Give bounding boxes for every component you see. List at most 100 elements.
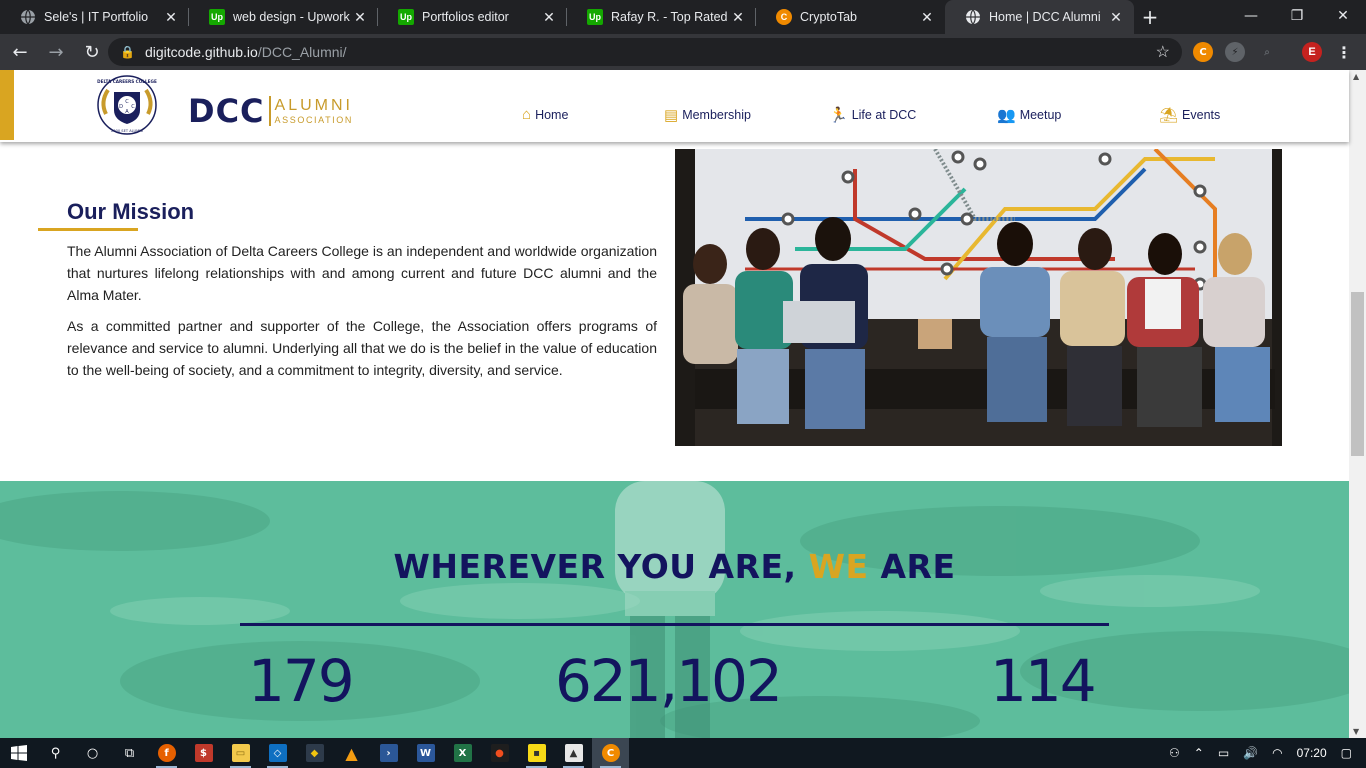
logo-alumni-text: ALUMNI bbox=[274, 96, 353, 114]
kebab-menu-icon[interactable]: ⋮ bbox=[1334, 42, 1354, 62]
wifi-icon[interactable]: ◠ bbox=[1272, 746, 1282, 760]
close-window-icon[interactable]: ✕ bbox=[1320, 0, 1366, 32]
address-bar[interactable]: 🔒 digitcode.github.io/DCC_Alumni/ ☆ bbox=[108, 38, 1182, 66]
close-icon[interactable]: ✕ bbox=[541, 9, 557, 26]
nav-label: Home bbox=[535, 107, 569, 122]
cryptotab-icon: C bbox=[776, 9, 792, 25]
dcc-alumni-logo[interactable]: DCC ALUMNI ASSOCIATION bbox=[188, 92, 353, 130]
mission-heading: Our Mission bbox=[67, 199, 195, 224]
nav-membership[interactable]: ▤ Membership bbox=[664, 106, 751, 124]
upwork-icon: Up bbox=[587, 9, 603, 25]
browser-tab[interactable]: Up Portfolios editor ✕ bbox=[378, 0, 567, 34]
stat-number: 621,102 bbox=[555, 647, 783, 715]
browser-toolbar: ← → ↻ 🔒 digitcode.github.io/DCC_Alumni/ … bbox=[0, 34, 1366, 70]
reload-icon[interactable]: ↻ bbox=[76, 36, 108, 68]
photos-icon[interactable]: ▲ bbox=[555, 738, 592, 768]
forward-icon[interactable]: → bbox=[40, 36, 72, 68]
close-icon[interactable]: ✕ bbox=[352, 9, 368, 26]
powershell-icon[interactable]: › bbox=[370, 738, 407, 768]
bookmark-star-icon[interactable]: ☆ bbox=[1156, 42, 1170, 62]
browser-tab[interactable]: C CryptoTab ✕ bbox=[756, 0, 945, 34]
new-tab-button[interactable]: + bbox=[1134, 0, 1166, 34]
heading-underline bbox=[38, 228, 138, 231]
scrollbar-thumb[interactable] bbox=[1351, 292, 1364, 456]
upwork-icon: Up bbox=[209, 9, 225, 25]
tab-title: Rafay R. - Top Rated | D bbox=[611, 10, 730, 24]
browser-tab[interactable]: Up Rafay R. - Top Rated | D ✕ bbox=[567, 0, 756, 34]
sticky-notes-icon[interactable]: ▪ bbox=[518, 738, 555, 768]
restore-icon[interactable]: ❐ bbox=[1274, 0, 1320, 32]
globe-icon bbox=[20, 9, 36, 25]
profile-avatar[interactable]: E bbox=[1302, 42, 1322, 62]
url-host: digitcode.github.io bbox=[144, 44, 258, 60]
id-card-icon: ▤ bbox=[664, 107, 679, 124]
file-explorer-icon[interactable]: ▭ bbox=[222, 738, 259, 768]
close-icon[interactable]: ✕ bbox=[730, 9, 746, 26]
browser-tab[interactable]: Sele's | IT Portfolio ✕ bbox=[0, 0, 189, 34]
cryptotab-taskbar-icon[interactable]: C bbox=[592, 738, 629, 768]
task-view-icon[interactable]: ⧉ bbox=[111, 738, 148, 768]
nav-meetup[interactable]: 👥 Meetup bbox=[997, 106, 1061, 124]
svg-text:2000 SET ALUMNI: 2000 SET ALUMNI bbox=[111, 129, 143, 133]
logo-association-text: ASSOCIATION bbox=[274, 114, 353, 125]
nav-life-at-dcc[interactable]: 🏃 Life at DCC bbox=[829, 106, 916, 124]
svg-text:D: D bbox=[119, 104, 123, 110]
close-icon[interactable]: ✕ bbox=[919, 9, 935, 26]
dollar-app-icon[interactable]: $ bbox=[185, 738, 222, 768]
svg-text:C: C bbox=[131, 104, 135, 110]
cryptotab-extension-icon[interactable]: C bbox=[1193, 42, 1213, 62]
notifications-icon[interactable]: ▢ bbox=[1341, 746, 1352, 760]
people-icon: 👥 bbox=[997, 107, 1016, 124]
tab-title: Portfolios editor bbox=[422, 10, 509, 24]
url-path: /DCC_Alumni/ bbox=[257, 44, 347, 60]
browser-tab[interactable]: Up web design - Upwork ✕ bbox=[189, 0, 378, 34]
firefox-icon[interactable]: f bbox=[148, 738, 185, 768]
windows-taskbar: ⚲ ○ ⧉ f $ ▭ ◇ ◆ ▲ › W X ● ▪ ▲ C ⚇ ⌃ ▭ 🔊 … bbox=[0, 738, 1366, 768]
search-icon[interactable]: ⚲ bbox=[37, 738, 74, 768]
tab-title: Sele's | IT Portfolio bbox=[44, 10, 149, 24]
excel-icon[interactable]: X bbox=[444, 738, 481, 768]
header-accent-bar bbox=[0, 70, 14, 140]
start-icon[interactable] bbox=[0, 738, 37, 768]
browser-tab-strip: Sele's | IT Portfolio ✕ Up web design - … bbox=[0, 0, 1366, 34]
people-icon[interactable]: ⚇ bbox=[1169, 746, 1180, 760]
page-scrollbar[interactable]: ▲ ▼ bbox=[1349, 70, 1366, 738]
band-divider bbox=[240, 623, 1109, 626]
mission-text: The Alumni Association of Delta Careers … bbox=[67, 240, 657, 390]
minimize-icon[interactable]: — bbox=[1228, 0, 1274, 32]
chevron-up-icon[interactable]: ⌃ bbox=[1194, 746, 1204, 760]
band-headline: WHEREVER YOU ARE, WE ARE bbox=[393, 547, 956, 586]
running-icon: 🏃 bbox=[829, 107, 848, 124]
word-icon[interactable]: W bbox=[407, 738, 444, 768]
git-icon[interactable]: ◆ bbox=[296, 738, 333, 768]
svg-text:C: C bbox=[125, 99, 129, 105]
vscode-icon[interactable]: ◇ bbox=[259, 738, 296, 768]
svg-text:A: A bbox=[125, 109, 129, 115]
vlc-icon[interactable]: ▲ bbox=[333, 738, 370, 768]
college-crest-logo[interactable]: C D C A DELTA CAREERS COLLEGE 2000 SET A… bbox=[96, 74, 158, 136]
browser-tab-active[interactable]: Home | DCC Alumni ✕ bbox=[945, 0, 1134, 34]
volume-icon[interactable]: 🔊 bbox=[1243, 746, 1258, 760]
close-icon[interactable]: ✕ bbox=[163, 9, 179, 26]
cortana-icon[interactable]: ○ bbox=[74, 738, 111, 768]
mission-paragraph: As a committed partner and supporter of … bbox=[67, 318, 657, 378]
bolt-extension-icon[interactable]: ⚡ bbox=[1225, 42, 1245, 62]
stats-band: WHEREVER YOU ARE, WE ARE 179 621,102 114 bbox=[0, 481, 1349, 738]
scroll-up-icon[interactable]: ▲ bbox=[1353, 72, 1359, 81]
nav-home[interactable]: ⌂ Home bbox=[522, 106, 568, 123]
page-viewport: C D C A DELTA CAREERS COLLEGE 2000 SET A… bbox=[0, 70, 1366, 738]
lock-icon: 🔒 bbox=[120, 45, 135, 59]
back-icon[interactable]: ← bbox=[4, 36, 36, 68]
window-controls: — ❐ ✕ bbox=[1228, 0, 1366, 32]
nav-events[interactable]: ⛱ Events bbox=[1159, 106, 1220, 124]
battery-icon[interactable]: ▭ bbox=[1218, 746, 1229, 760]
stat-number: 114 bbox=[990, 647, 1097, 715]
nav-label: Meetup bbox=[1019, 108, 1062, 122]
magnifier-extension-icon[interactable]: ⌕ bbox=[1257, 42, 1277, 62]
figma-icon[interactable]: ● bbox=[481, 738, 518, 768]
system-tray: ⚇ ⌃ ▭ 🔊 ◠ 07:20 ▢ bbox=[1162, 738, 1366, 768]
site-header: C D C A DELTA CAREERS COLLEGE 2000 SET A… bbox=[0, 70, 1349, 142]
clock[interactable]: 07:20 bbox=[1297, 746, 1327, 760]
close-icon[interactable]: ✕ bbox=[1108, 9, 1124, 26]
scroll-down-icon[interactable]: ▼ bbox=[1353, 727, 1359, 736]
